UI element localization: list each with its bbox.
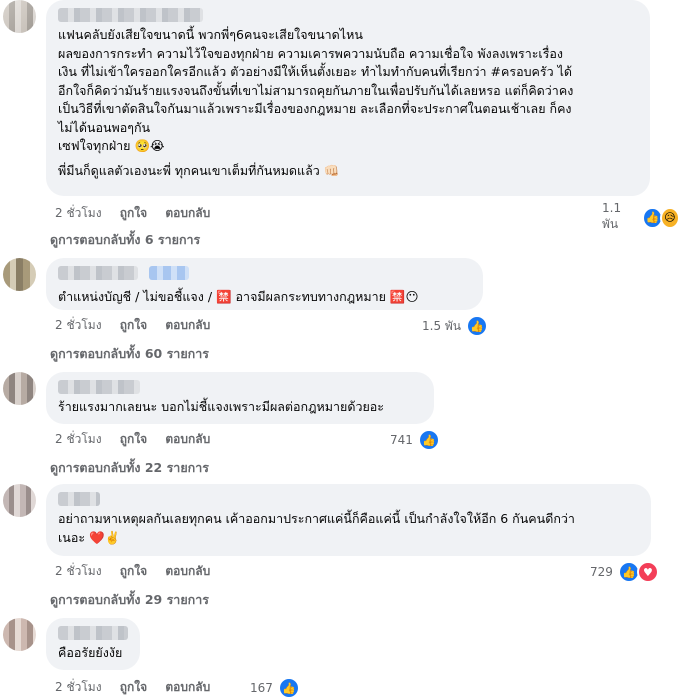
timestamp[interactable]: 2 ชั่วโมง xyxy=(55,206,102,220)
timestamp[interactable]: 2 ชั่วโมง xyxy=(55,432,102,446)
view-replies-link[interactable]: ดูการตอบกลับทั้ง 22 รายการ xyxy=(50,458,209,478)
view-replies-link[interactable]: ดูการตอบกลับทั้ง 6 รายการ xyxy=(50,230,200,250)
comment-actions: 2 ชั่วโมง ถูกใจ ตอบกลับ xyxy=(55,316,224,335)
author-name[interactable] xyxy=(58,626,128,640)
like-button[interactable]: ถูกใจ xyxy=(120,680,147,694)
reaction-count: 729 xyxy=(590,565,613,579)
timestamp[interactable]: 2 ชั่วโมง xyxy=(55,318,102,332)
reaction-summary[interactable]: 1.1 พัน 👍 😥 xyxy=(598,200,682,235)
reaction-count: 1.5 พัน xyxy=(422,318,462,333)
comment-text-line: เป็นวิธีที่เขาตัดสินใจกันมาแล้วเพราะมีเร… xyxy=(58,101,572,116)
like-button[interactable]: ถูกใจ xyxy=(120,318,147,332)
comment-text: ตำแหน่งบัญชี / ไม่ขอชี้แจง / 🈲 อาจมีผลกร… xyxy=(58,289,419,304)
comment-text-line: อย่าถามหาเหตุผลกันเลยทุกคน เค้าออกมาประก… xyxy=(58,511,575,526)
author-name-highlight xyxy=(149,266,190,280)
comment-text-line: เซฟใจทุกฝ่าย 🥺😭 xyxy=(58,138,165,153)
comment-bubble: แฟนคลับยังเสียใจขนาดนี้ พวกพี่ๆ6คนจะเสีย… xyxy=(46,0,650,196)
reaction-summary[interactable]: 1.5 พัน 👍 xyxy=(418,314,491,338)
like-icon: 👍 xyxy=(277,677,300,699)
reaction-count: 741 xyxy=(390,433,413,447)
comment-bubble: ตำแหน่งบัญชี / ไม่ขอชี้แจง / 🈲 อาจมีผลกร… xyxy=(46,258,483,310)
reply-button[interactable]: ตอบกลับ xyxy=(165,432,210,446)
reply-button[interactable]: ตอบกลับ xyxy=(165,206,210,220)
avatar[interactable] xyxy=(3,484,36,517)
sad-icon: 😥 xyxy=(659,206,680,229)
like-button[interactable]: ถูกใจ xyxy=(120,432,147,446)
comment-bubble: อย่าถามหาเหตุผลกันเลยทุกคน เค้าออกมาประก… xyxy=(46,484,651,556)
avatar[interactable] xyxy=(3,258,36,291)
view-replies-link[interactable]: ดูการตอบกลับทั้ง 60 รายการ xyxy=(50,344,209,364)
comment-actions: 2 ชั่วโมง ถูกใจ ตอบกลับ xyxy=(55,204,224,223)
reply-button[interactable]: ตอบกลับ xyxy=(165,564,210,578)
comment-bubble: ร้ายแรงมากเลยนะ บอกไม่ชี้แจงเพราะมีผลต่อ… xyxy=(46,372,434,424)
avatar[interactable] xyxy=(3,372,36,405)
reaction-summary[interactable]: 741 👍 xyxy=(386,428,442,452)
reaction-count: 1.1 พัน xyxy=(602,201,622,231)
like-icon: 👍 xyxy=(417,429,440,451)
author-name[interactable] xyxy=(58,492,100,506)
comment-actions: 2 ชั่วโมง ถูกใจ ตอบกลับ xyxy=(55,678,224,697)
comment-text-line: พี่มีนก็ดูแลตัวเองนะพี่ ทุกคนเขาเต็มที่ก… xyxy=(58,162,340,178)
comment-actions: 2 ชั่วโมง ถูกใจ ตอบกลับ xyxy=(55,562,224,581)
comment-text-line: เนอะ ❤️✌️ xyxy=(58,529,121,545)
comment-text: ร้ายแรงมากเลยนะ บอกไม่ชี้แจงเพราะมีผลต่อ… xyxy=(58,399,385,414)
reply-button[interactable]: ตอบกลับ xyxy=(165,680,210,694)
reaction-summary[interactable]: 167 👍 xyxy=(246,676,302,700)
comment-text-line: ไม่ได้นอนพอๆกัน xyxy=(58,119,151,135)
timestamp[interactable]: 2 ชั่วโมง xyxy=(55,564,102,578)
view-replies-link[interactable]: ดูการตอบกลับทั้ง 29 รายการ xyxy=(50,590,209,610)
love-icon: ♥ xyxy=(636,561,659,583)
comment-text-line: อีกใจก็คิดว่ามันร้ายแรงจนถึงขั้นที่เขาไม… xyxy=(58,82,574,98)
like-icon: 👍 xyxy=(466,315,489,337)
comment-text: คืออรัยยังงัย xyxy=(58,645,123,660)
comment-text-line: ผลของการกระทำ ความไว้ใจของทุกฝ่าย ความเค… xyxy=(58,45,564,61)
comment-text-line: แฟนคลับยังเสียใจขนาดนี้ พวกพี่ๆ6คนจะเสีย… xyxy=(58,27,363,42)
author-name[interactable] xyxy=(58,8,203,22)
comment-bubble: คืออรัยยังงัย xyxy=(46,618,140,670)
reply-button[interactable]: ตอบกลับ xyxy=(165,318,210,332)
author-name[interactable] xyxy=(58,380,140,394)
comment-actions: 2 ชั่วโมง ถูกใจ ตอบกลับ xyxy=(55,430,224,449)
reaction-count: 167 xyxy=(250,681,273,695)
avatar[interactable] xyxy=(3,0,36,33)
like-button[interactable]: ถูกใจ xyxy=(120,206,147,220)
timestamp[interactable]: 2 ชั่วโมง xyxy=(55,680,102,694)
reaction-summary[interactable]: 729 👍 ♥ xyxy=(586,560,661,584)
comment-text-line: เงิน ที่ไม่เข้าใครออกใครอีกแล้ว ตัวอย่าง… xyxy=(58,64,573,79)
author-name[interactable] xyxy=(58,266,138,280)
like-button[interactable]: ถูกใจ xyxy=(120,564,147,578)
avatar[interactable] xyxy=(3,618,36,651)
